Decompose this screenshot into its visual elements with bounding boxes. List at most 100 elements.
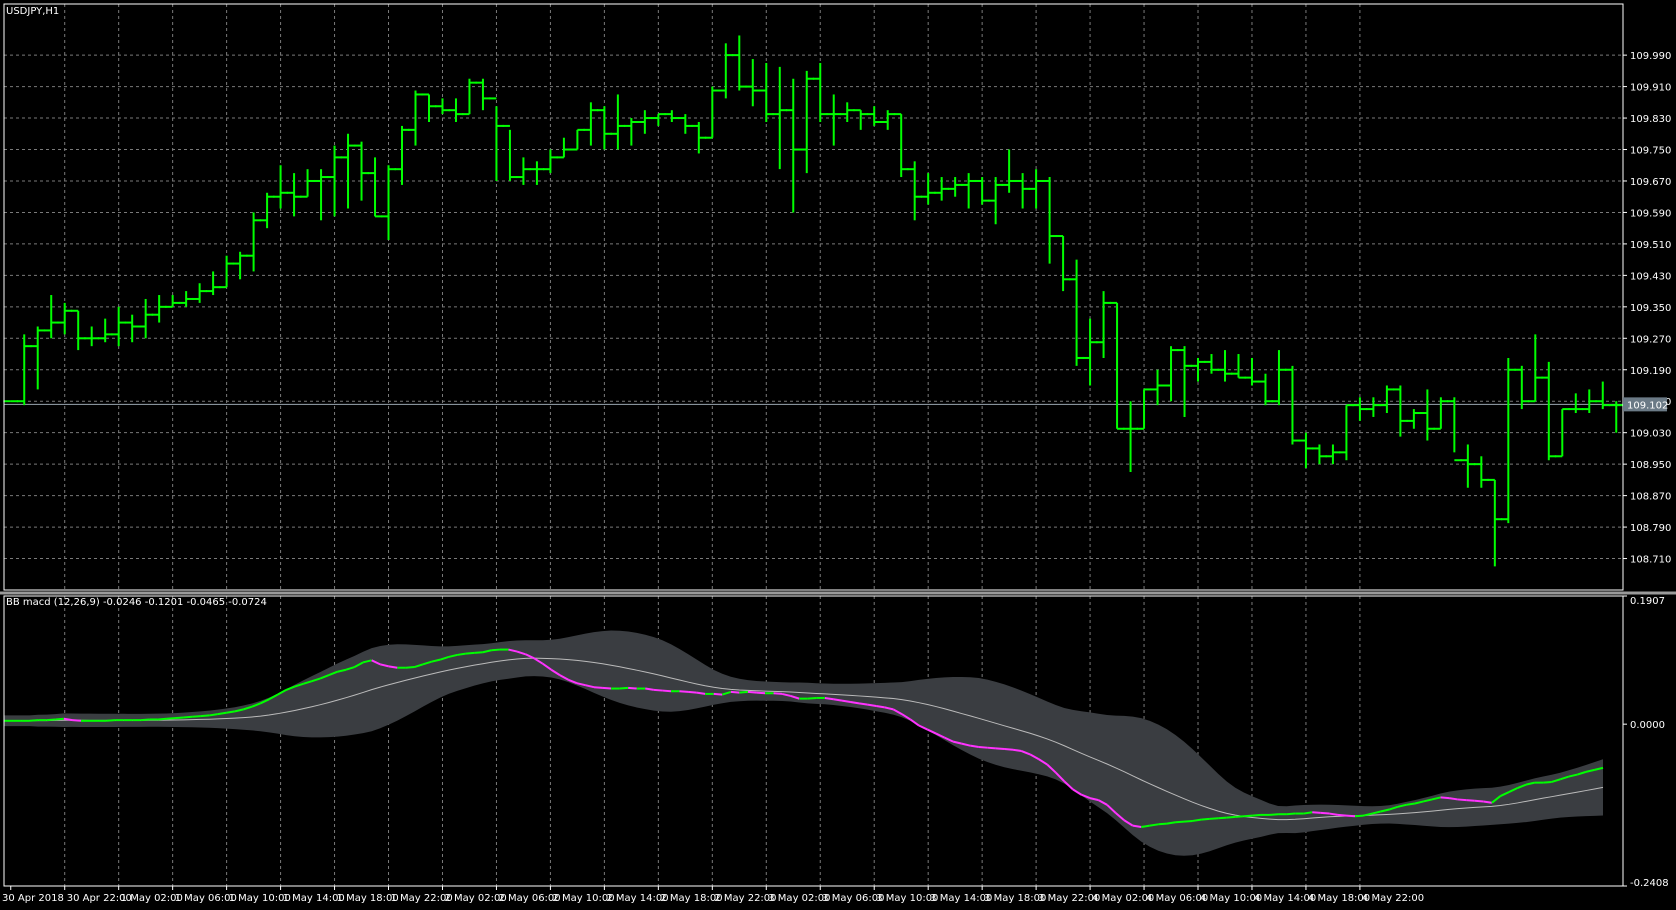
ohlc-bar [394,125,410,185]
ohlc-bar [596,106,612,150]
ohlc-bar [812,62,828,122]
ohlc-bar [920,173,936,205]
macd-segment [1201,817,1210,821]
macd-segment [1474,799,1484,803]
macd-segment [1303,811,1313,815]
ohlc-bar [219,255,235,289]
macd-segment [157,717,167,721]
ohlc-bar [799,70,815,174]
macd-segment [730,690,740,694]
ohlc-bar [1473,456,1489,488]
macd-segment [465,651,475,655]
x-tick-label: 3 May 06:00 [822,893,884,904]
macd-segment [593,686,603,689]
ohlc-bar [1487,478,1503,567]
ohlc-bar [84,326,100,347]
macd-segment [63,717,73,722]
macd-segment [1218,816,1227,820]
current-price-marker: 109.102 [1623,397,1668,412]
ohlc-bar [893,113,909,178]
macd-segment [841,699,851,703]
macd-segment [29,719,39,722]
price-axis-labels: 109.990 109.910 109.830 109.750 109.670 109.5… [1623,51,1671,566]
symbol-title: USDJPY,H1 [6,6,59,17]
ohlc-bar [1082,318,1098,386]
x-tick-label: 4 May 02:00 [1092,893,1154,904]
ohlc-bar [192,283,208,303]
macd-segment [824,696,834,701]
ohlc-bar [1163,346,1179,402]
macd-segment [1158,822,1167,826]
ohlc-bar [1406,409,1422,429]
macd-segment [995,747,1005,751]
macd-segment [1466,799,1475,802]
ohlc-bar [1001,149,1017,193]
ohlc-bar [178,291,194,307]
x-tick-label: 3 May 10:00 [876,893,938,904]
y-tick-label: 109.270 [1630,334,1671,345]
macd-segment [405,666,415,669]
macd-segment [807,696,817,700]
x-tick-label: 3 May 02:00 [768,893,830,904]
ohlc-bar [1608,401,1624,433]
macd-segment [1235,815,1244,818]
ohlc-bar [1285,365,1300,445]
ohlc-bar [1042,177,1058,264]
y-tick-label: 109.990 [1630,51,1671,62]
ohlc-bar [435,98,450,115]
macd-segment [200,714,210,718]
macd-segment [1337,813,1347,817]
y-tick-label: 109.750 [1630,146,1671,157]
ohlc-bar [1244,357,1260,386]
ohlc-bar [1554,408,1570,458]
ohlc-bar [1595,381,1611,410]
x-tick-label: 3 May 22:00 [1038,893,1100,904]
x-tick-label: 3 May 18:00 [984,893,1046,904]
ohlc-bar [421,93,437,122]
ohlc-bar [1271,350,1287,406]
ohlc-bar [839,102,855,122]
ohlc-bar [583,102,599,146]
y-tick-label: 109.830 [1630,114,1671,125]
macd-segment [1149,823,1159,827]
macd-segment [1252,813,1262,817]
ohlc-bar [1217,350,1233,382]
y-tick-label: 109.430 [1630,271,1671,282]
ohlc-bars [3,35,1624,567]
y-tick-label: 108.710 [1630,555,1671,566]
macd-segment [1209,817,1219,820]
x-tick-label: 4 May 06:00 [1146,893,1208,904]
macd-segment [679,690,689,693]
y-tick-label: 109.350 [1630,303,1671,314]
ohlc-bar [745,59,761,107]
x-tick-label: 2 May 22:00 [714,893,776,904]
ohlc-bar [489,97,504,181]
ohlc-bar [205,271,221,296]
ohlc-bar [610,94,626,150]
ohlc-bar [1365,397,1381,417]
price-grid [4,4,1623,590]
ohlc-bar [1123,401,1138,473]
macd-segment [46,718,56,722]
ohlc-bar [1339,404,1354,461]
chart-axes [0,3,1676,887]
ohlc-bar [57,302,73,335]
ohlc-bar [907,161,923,221]
macd-segment [1346,814,1356,818]
macd-lines [4,648,1604,828]
ohlc-bar [367,157,383,218]
macd-segment [628,686,637,690]
macd-segment [645,687,655,691]
ohlc-bar [1177,346,1192,417]
macd-segment [140,718,150,722]
ohlc-bar [1109,301,1125,430]
ohlc-bar [974,177,990,205]
ohlc-bar [637,110,653,134]
macd-segment [739,690,748,694]
indicator-pane-frame [3,595,1624,887]
macd-segment [1483,800,1492,804]
ohlc-bar [165,295,181,308]
macd-segment [833,698,843,702]
macd-segment [72,719,82,722]
ohlc-bar [1514,365,1530,410]
